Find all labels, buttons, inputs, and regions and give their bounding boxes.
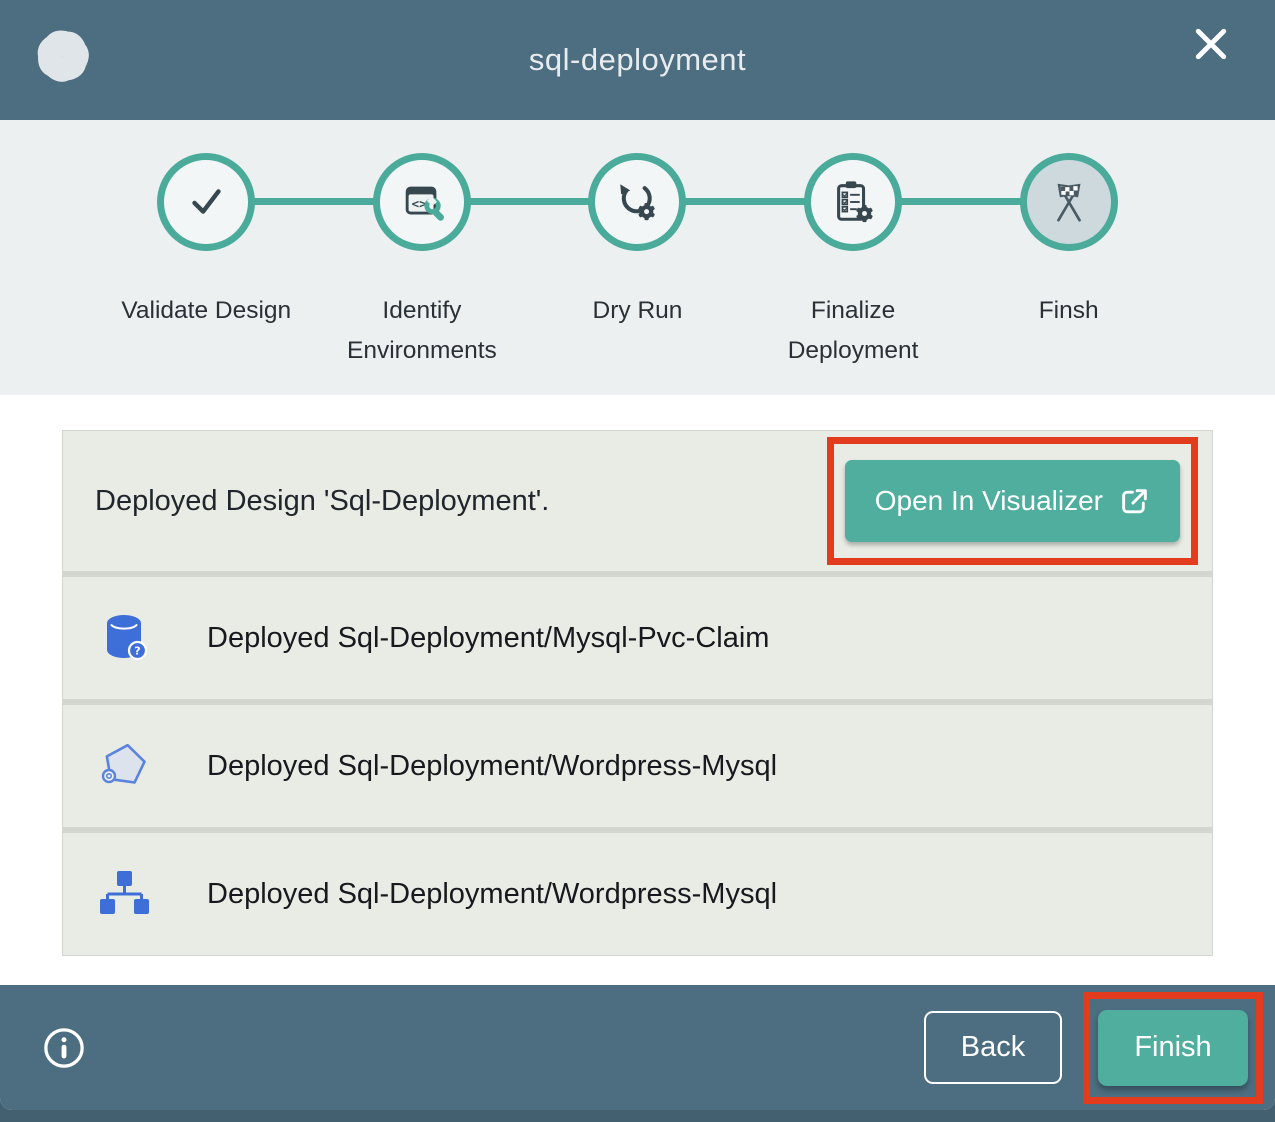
highlight-box-finish: Finish	[1083, 992, 1263, 1104]
step-identify-environments: <> Identify Environments	[314, 153, 530, 370]
step-dry-run: Dry Run	[530, 153, 746, 370]
deployed-item-message: Deployed Sql-Deployment/Mysql-Pvc-Claim	[207, 622, 769, 655]
deployment-results: Deployed Design 'Sql-Deployment'. Open I…	[0, 395, 1275, 985]
highlight-box-open-in-visualizer: Open In Visualizer	[827, 437, 1198, 565]
deployed-item-row: Deployed Sql-Deployment/Wordpress-Mysql	[63, 705, 1212, 827]
deployed-item-row: Deployed Sql-Deployment/Wordpress-Mysql	[63, 833, 1212, 955]
external-link-icon	[1119, 486, 1150, 517]
step-label: Validate Design	[121, 291, 291, 331]
open-in-visualizer-button[interactable]: Open In Visualizer	[845, 460, 1180, 542]
backdrop-strip	[0, 1110, 1275, 1122]
sql-deployment-modal: sql-deployment Validate Design	[0, 0, 1275, 1110]
result-list: Deployed Design 'Sql-Deployment'. Open I…	[62, 430, 1213, 956]
finish-flags-icon	[1046, 179, 1092, 225]
deployed-design-row: Deployed Design 'Sql-Deployment'. Open I…	[63, 431, 1212, 571]
svg-text:<>: <>	[412, 196, 427, 211]
deployed-design-message: Deployed Design 'Sql-Deployment'.	[95, 485, 549, 518]
step-label: Finalize Deployment	[762, 291, 944, 370]
step-label: Dry Run	[593, 291, 683, 331]
info-button[interactable]	[42, 1026, 86, 1070]
close-button[interactable]	[1189, 22, 1233, 66]
deployed-item-message: Deployed Sql-Deployment/Wordpress-Mysql	[207, 750, 777, 783]
modal-footer: Back Finish	[0, 985, 1275, 1110]
step-finish: Finsh	[961, 153, 1177, 370]
info-icon	[42, 1026, 86, 1070]
hierarchy-icon	[99, 868, 151, 920]
clipboard-gear-icon	[830, 179, 876, 225]
code-environment-icon: <>	[399, 179, 445, 225]
deployment-stepper: Validate Design <> Identify Enviro	[0, 120, 1275, 395]
svg-text:?: ?	[134, 645, 140, 658]
finish-button[interactable]: Finish	[1098, 1010, 1248, 1086]
close-icon	[1189, 22, 1233, 66]
step-validate-design: Validate Design	[99, 153, 315, 370]
database-icon: ?	[99, 612, 151, 664]
pentagon-icon	[99, 740, 151, 792]
back-button[interactable]: Back	[924, 1011, 1062, 1084]
open-in-visualizer-label: Open In Visualizer	[875, 485, 1103, 517]
deployed-item-message: Deployed Sql-Deployment/Wordpress-Mysql	[207, 878, 777, 911]
modal-header: sql-deployment	[0, 0, 1275, 120]
check-icon	[183, 179, 229, 225]
deployed-item-row: ? Deployed Sql-Deployment/Mysql-Pvc-Clai…	[63, 577, 1212, 699]
step-finalize-deployment: Finalize Deployment	[745, 153, 961, 370]
dry-run-icon	[614, 179, 660, 225]
step-label: Finsh	[1039, 291, 1099, 331]
screen: sql-deployment Validate Design	[0, 0, 1275, 1122]
modal-title: sql-deployment	[0, 42, 1275, 78]
step-label: Identify Environments	[331, 291, 513, 370]
